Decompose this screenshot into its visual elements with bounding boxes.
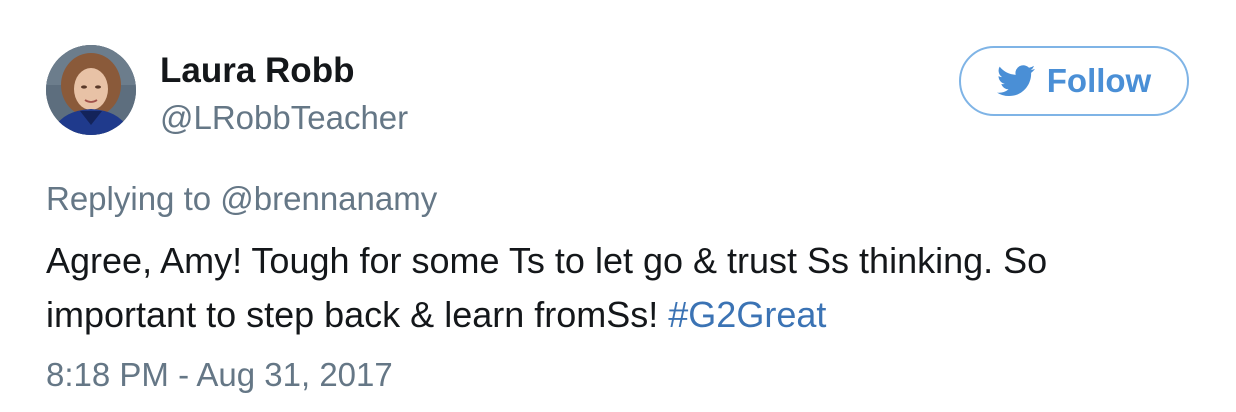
hashtag-link[interactable]: #G2Great [668,294,826,335]
tweet-text-line-1: Agree, Amy! Tough for some Ts to let go … [46,240,1048,281]
avatar[interactable] [46,45,136,135]
tweet-text-line-2: important to step back & learn fromSs! [46,294,659,335]
tweet-timestamp[interactable]: 8:18 PM - Aug 31, 2017 [46,354,393,396]
user-handle[interactable]: @LRobbTeacher [160,98,408,138]
twitter-bird-icon [996,65,1035,97]
follow-button[interactable]: Follow [959,46,1189,116]
tweet-text: Agree, Amy! Tough for some Ts to let go … [46,234,1206,342]
follow-label: Follow [1046,62,1152,99]
replying-to: Replying to @brennanamy [46,178,437,220]
profile-photo [46,45,136,135]
reply-mention-link[interactable]: @brennanamy [220,180,437,217]
replying-to-label: Replying to [46,180,212,217]
display-name[interactable]: Laura Robb [160,50,354,92]
tweet-card: Laura Robb @LRobbTeacher Follow Replying… [0,0,1236,412]
